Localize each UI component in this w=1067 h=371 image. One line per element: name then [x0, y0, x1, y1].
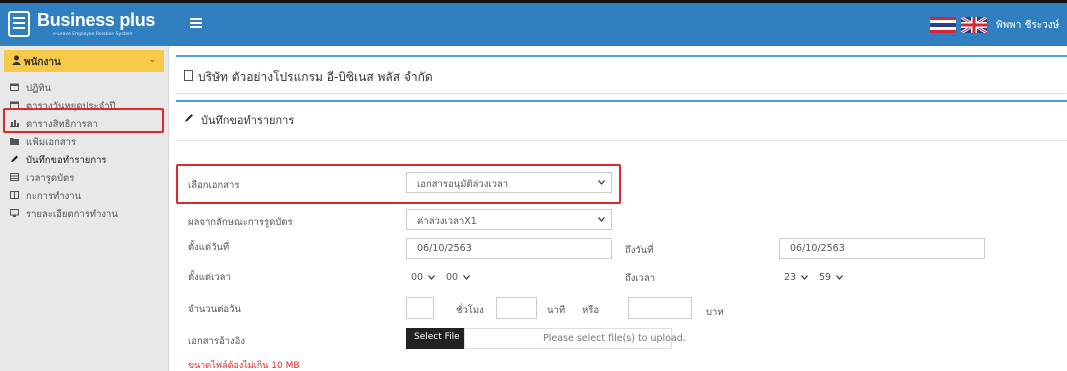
to-hour-select[interactable]: 23 — [779, 268, 814, 289]
file-size-note: ขนาดไฟล์ต้องไม่เกิน 10 MB — [188, 361, 300, 371]
to-date-label: ถึงวันที่ — [625, 245, 654, 256]
calendar-icon — [10, 83, 19, 91]
form-divider — [176, 140, 1067, 141]
company-title: บริษัท ตัวอย่างโปรแกรม อี-บิซิเนส พลัส จ… — [198, 70, 433, 84]
sidebar-item-time-swipe[interactable]: เวลารูดบัตร — [10, 170, 160, 186]
per-day-label: จำนวนต่อวัน — [188, 304, 241, 315]
pencil-icon — [11, 155, 18, 162]
or-label: หรือ — [582, 305, 600, 316]
highlight-doc-select — [176, 164, 621, 204]
hours-input[interactable] — [406, 297, 434, 319]
chevron-down-icon — [801, 275, 808, 280]
to-minute-select[interactable]: 59 — [814, 268, 849, 289]
thai-flag-icon[interactable] — [930, 17, 956, 33]
baht-unit: บาท — [706, 307, 724, 318]
user-icon — [12, 55, 21, 65]
table-icon — [10, 173, 19, 181]
monitor-icon — [10, 209, 19, 217]
from-time-label: ตั้งแต่เวลา — [188, 272, 231, 283]
menu-toggle-icon[interactable] — [190, 18, 202, 28]
from-minute-select[interactable]: 00 — [441, 268, 476, 289]
sidebar-item-documents[interactable]: แฟ้มเอกสาร — [10, 134, 160, 150]
sidebar-item-calendar[interactable]: ปฏิทิน — [10, 80, 160, 96]
chevron-down-icon: ⌄ — [148, 55, 156, 65]
chevron-down-icon — [836, 275, 843, 280]
chevron-down-icon — [428, 275, 435, 280]
sidebar: พนักงาน ⌄ ปฏิทิน ตารางวันหยุดประจำปี ตาร… — [0, 46, 169, 371]
highlight-sidebar-selection — [3, 108, 164, 133]
company-panel: บริษัท ตัวอย่างโปรแกรม อี-บิซิเนส พลัส จ… — [176, 55, 1067, 93]
uk-flag-icon[interactable] — [961, 17, 987, 33]
chevron-down-icon — [598, 217, 605, 222]
select-file-button[interactable]: Select File — [406, 328, 464, 349]
file-upload-field[interactable]: Please select file(s) to upload. — [464, 328, 686, 349]
hours-unit: ชั่วโมง — [456, 305, 484, 316]
ref-doc-label: เอกสารอ้างอิง — [188, 336, 245, 347]
columns-icon — [10, 191, 19, 199]
swipe-result-label: ผลจากลักษณะการรูดบัตร — [188, 217, 293, 228]
chevron-down-icon — [463, 275, 470, 280]
user-name[interactable]: พิพพา ชีระวงษ์ — [996, 18, 1059, 33]
pencil-icon — [185, 114, 193, 122]
from-date-input[interactable]: 06/10/2563 — [406, 238, 612, 259]
building-icon — [184, 70, 193, 81]
baht-input[interactable] — [628, 297, 692, 319]
folder-icon — [10, 138, 19, 145]
from-date-label: ตั้งแต่วันที่ — [188, 242, 230, 253]
sidebar-item-work-details[interactable]: รายละเอียดการทำงาน — [10, 206, 160, 222]
app-logo-icon — [8, 11, 30, 37]
to-time-label: ถึงเวลา — [625, 273, 656, 284]
minutes-input[interactable] — [496, 297, 537, 319]
sidebar-section-label: พนักงาน — [24, 57, 61, 68]
swipe-result-select[interactable]: ค่าล่วงเวลาX1 — [406, 209, 612, 230]
app-logo-title: Business plus — [37, 10, 156, 30]
app-logo-subtitle: e-Leave Employee Relation System — [53, 32, 133, 37]
sidebar-item-request-entry[interactable]: บันทึกขอทำรายการ — [10, 152, 160, 168]
from-hour-select[interactable]: 00 — [406, 268, 441, 289]
top-header: Business plus e-Leave Employee Relation … — [0, 0, 1067, 46]
minutes-unit: นาที — [547, 305, 566, 316]
sidebar-section-employee[interactable]: พนักงาน ⌄ — [4, 50, 164, 72]
form-title: บันทึกขอทำรายการ — [201, 114, 295, 127]
to-date-input[interactable]: 06/10/2563 — [779, 238, 985, 259]
sidebar-item-work-shift[interactable]: กะการทำงาน — [10, 188, 160, 204]
